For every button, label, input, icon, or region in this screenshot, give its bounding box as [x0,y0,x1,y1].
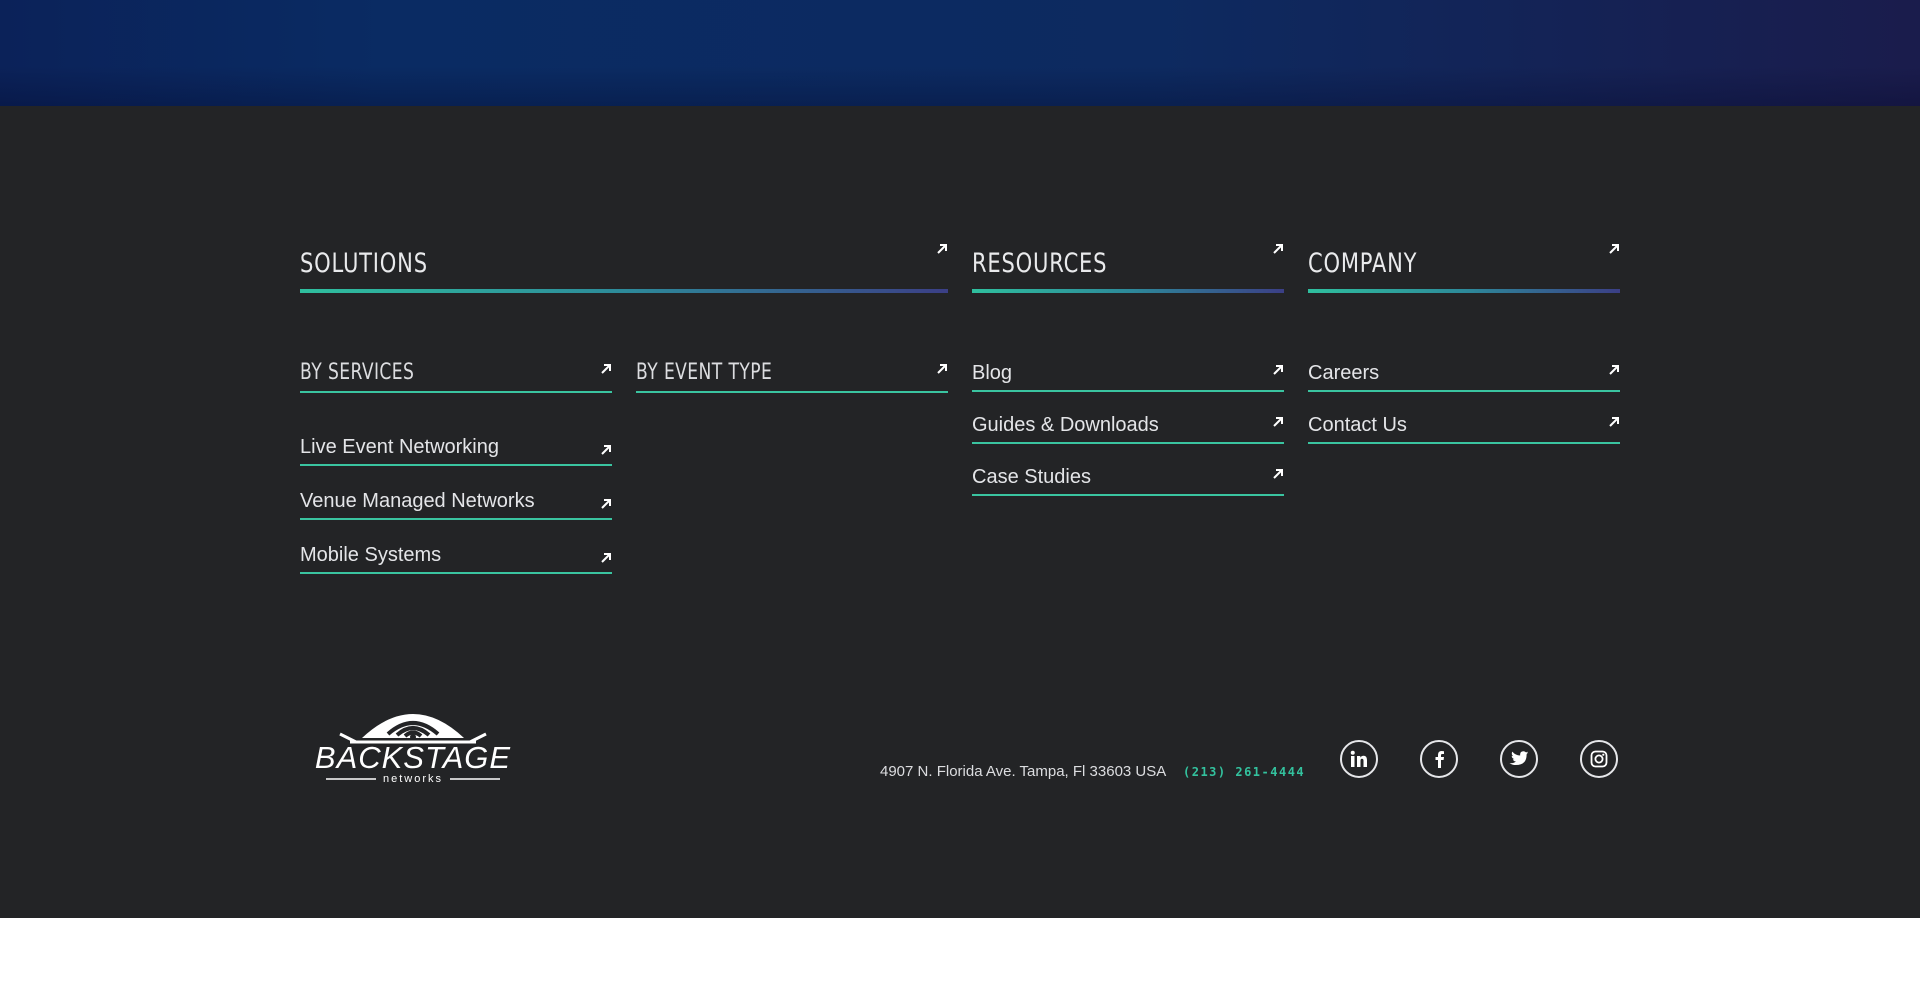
company-header[interactable]: COMPANY [1308,237,1620,293]
arrow-up-right-icon [936,243,948,255]
phone-link[interactable]: (213) 261-4444 [1183,765,1305,779]
page-bottom [0,918,1920,1000]
link-label: Live Event Networking [300,436,499,458]
link-venue-managed-networks[interactable]: Venue Managed Networks [300,486,612,520]
arrow-up-right-icon [1272,468,1284,480]
by-event-type-label: BY EVENT TYPE [636,360,773,385]
resources-header[interactable]: RESOURCES [972,237,1284,293]
link-label: Case Studies [972,466,1091,488]
arrow-up-right-icon [1608,364,1620,376]
link-label: Venue Managed Networks [300,490,535,512]
arrow-up-right-icon [600,363,612,375]
linkedin-button[interactable] [1340,740,1378,778]
facebook-button[interactable] [1420,740,1458,778]
by-event-type-header[interactable]: BY EVENT TYPE [636,355,948,393]
by-services-label: BY SERVICES [300,360,415,385]
company-underline [1308,289,1620,293]
arrow-up-right-icon [1272,364,1284,376]
link-label: Blog [972,362,1013,384]
solutions-header[interactable]: SOLUTIONS [300,237,948,293]
arrow-up-right-icon [936,363,948,375]
link-case-studies[interactable]: Case Studies [972,462,1284,496]
twitter-icon [1509,751,1529,767]
resources-title: RESOURCES [972,248,1108,279]
link-blog[interactable]: Blog [972,358,1284,392]
site-footer [0,106,1920,918]
instagram-button[interactable] [1580,740,1618,778]
arrow-up-right-icon [1608,416,1620,428]
facebook-icon [1433,750,1445,768]
link-label: Guides & Downloads [972,414,1159,436]
link-guides-downloads[interactable]: Guides & Downloads [972,410,1284,444]
twitter-button[interactable] [1500,740,1538,778]
link-label: Careers [1308,362,1380,384]
company-title: COMPANY [1308,248,1418,279]
link-mobile-systems[interactable]: Mobile Systems [300,540,612,574]
solutions-underline [300,289,948,293]
by-services-header[interactable]: BY SERVICES [300,355,612,393]
solutions-title: SOLUTIONS [300,248,428,279]
link-label: Contact Us [1308,414,1407,436]
arrow-up-right-icon [600,552,612,564]
link-contact-us[interactable]: Contact Us [1308,410,1620,444]
linkedin-icon [1350,750,1368,768]
link-label: Mobile Systems [300,544,442,566]
arrow-up-right-icon [1608,243,1620,255]
arrow-up-right-icon [600,444,612,456]
arrow-up-right-icon [1272,243,1284,255]
company-address: 4907 N. Florida Ave. Tampa, Fl 33603 USA [880,763,1167,780]
link-careers[interactable]: Careers [1308,358,1620,392]
arrow-up-right-icon [1272,416,1284,428]
backstage-logo[interactable]: BACKSTAGE networks [300,704,526,785]
logo-subtext: networks [383,773,443,784]
hero-band [0,0,1920,106]
arrow-up-right-icon [600,498,612,510]
instagram-icon [1590,750,1608,768]
link-live-event-networking[interactable]: Live Event Networking [300,432,612,466]
resources-underline [972,289,1284,293]
logo-wordmark: BACKSTAGE [315,740,511,775]
